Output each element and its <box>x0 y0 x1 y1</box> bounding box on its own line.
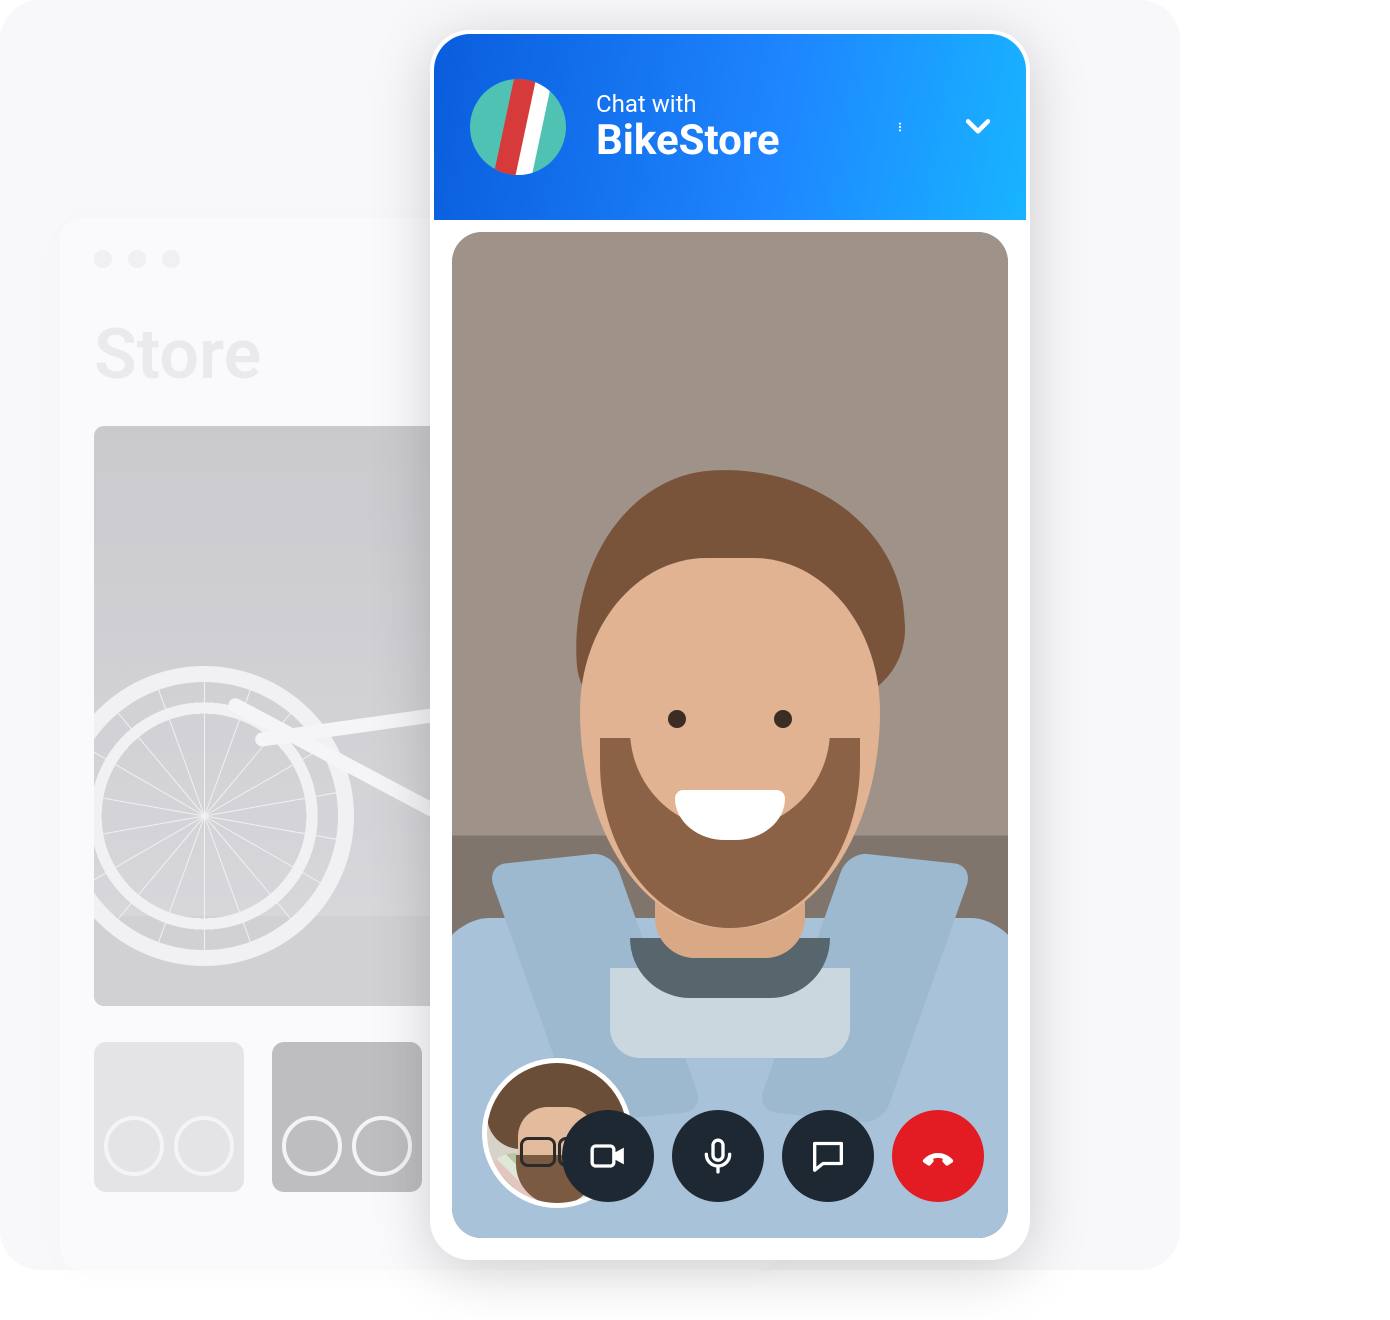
video-icon <box>588 1136 628 1176</box>
mic-icon <box>698 1136 738 1176</box>
product-thumbnail[interactable] <box>94 1042 244 1192</box>
chat-title-block: Chat with BikeStore <box>596 90 878 164</box>
traffic-dot <box>162 250 180 268</box>
minimize-button[interactable] <box>956 105 1000 149</box>
traffic-dot <box>94 250 112 268</box>
bike-wheel <box>94 666 354 966</box>
open-chat-button[interactable] <box>782 1110 874 1202</box>
chat-subtitle: Chat with <box>596 90 878 118</box>
more-options-button[interactable] <box>878 105 922 149</box>
hangup-icon <box>918 1136 958 1176</box>
toggle-video-button[interactable] <box>562 1110 654 1202</box>
more-vertical-icon <box>895 109 905 145</box>
hangup-button[interactable] <box>892 1110 984 1202</box>
toggle-mic-button[interactable] <box>672 1110 764 1202</box>
chat-header: Chat with BikeStore <box>434 34 1026 220</box>
chat-widget: Chat with BikeStore <box>430 30 1030 1260</box>
remote-video <box>452 232 1008 1238</box>
call-controls <box>562 1110 984 1202</box>
store-avatar[interactable] <box>470 79 566 175</box>
traffic-dot <box>128 250 146 268</box>
chevron-down-icon <box>961 110 995 144</box>
chat-title: BikeStore <box>596 118 878 164</box>
product-thumbnail[interactable] <box>272 1042 422 1192</box>
chat-icon <box>808 1136 848 1176</box>
